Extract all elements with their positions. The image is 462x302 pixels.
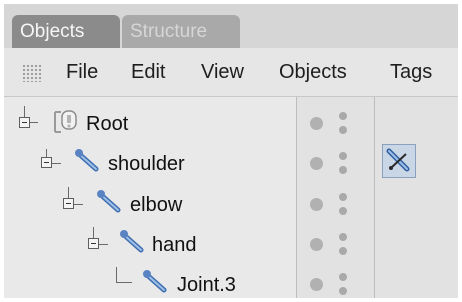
tree-item-label: shoulder: [108, 153, 185, 175]
joint-icon: [74, 148, 102, 179]
menu-view[interactable]: View: [201, 48, 244, 96]
render-visibility-dot[interactable]: [339, 207, 347, 215]
menu-objects[interactable]: Objects: [279, 48, 347, 96]
tab-bar: Objects Structure: [4, 4, 458, 50]
render-dot[interactable]: [310, 238, 323, 251]
collapse-toggle-icon[interactable]: [88, 238, 99, 249]
collapse-toggle-icon[interactable]: [19, 117, 30, 128]
null-object-icon: [52, 109, 80, 140]
tree-row-elbow[interactable]: elbow: [4, 183, 458, 223]
tree-item-label: hand: [152, 234, 197, 256]
tree-row-root[interactable]: Root: [4, 102, 458, 142]
render-visibility-dot[interactable]: [339, 166, 347, 174]
render-dot[interactable]: [310, 157, 323, 170]
render-visibility-dot[interactable]: [339, 247, 347, 255]
tab-structure[interactable]: Structure: [122, 15, 240, 48]
ik-tag-icon[interactable]: [382, 144, 416, 178]
tree-row-joint3[interactable]: Joint.3: [4, 263, 458, 298]
menu-tags[interactable]: Tags: [390, 48, 432, 96]
tab-objects[interactable]: Objects: [12, 15, 120, 48]
collapse-toggle-icon[interactable]: [63, 198, 74, 209]
editor-visibility-dot[interactable]: [339, 152, 347, 160]
menu-bar: File Edit View Objects Tags: [4, 48, 458, 97]
tree-item-label: Root: [86, 113, 129, 135]
joint-icon: [119, 229, 147, 260]
tree-item-label: Joint.3: [177, 274, 236, 296]
render-dot[interactable]: [310, 117, 323, 130]
editor-visibility-dot[interactable]: [339, 273, 347, 281]
editor-visibility-dot[interactable]: [339, 193, 347, 201]
collapse-toggle-icon[interactable]: [41, 157, 52, 168]
render-dot[interactable]: [310, 198, 323, 211]
menu-edit[interactable]: Edit: [131, 48, 165, 96]
tree-row-hand[interactable]: hand: [4, 223, 458, 263]
render-dot[interactable]: [310, 278, 323, 291]
tree-item-label: elbow: [130, 194, 183, 216]
editor-visibility-dot[interactable]: [339, 233, 347, 241]
editor-visibility-dot[interactable]: [339, 112, 347, 120]
menu-file[interactable]: File: [66, 48, 98, 96]
render-visibility-dot[interactable]: [339, 126, 347, 134]
grip-handle-icon[interactable]: [22, 64, 42, 82]
joint-icon: [96, 189, 124, 220]
joint-icon: [142, 269, 170, 298]
render-visibility-dot[interactable]: [339, 287, 347, 295]
object-manager-window: Objects Structure File Edit View Objects…: [4, 4, 458, 298]
